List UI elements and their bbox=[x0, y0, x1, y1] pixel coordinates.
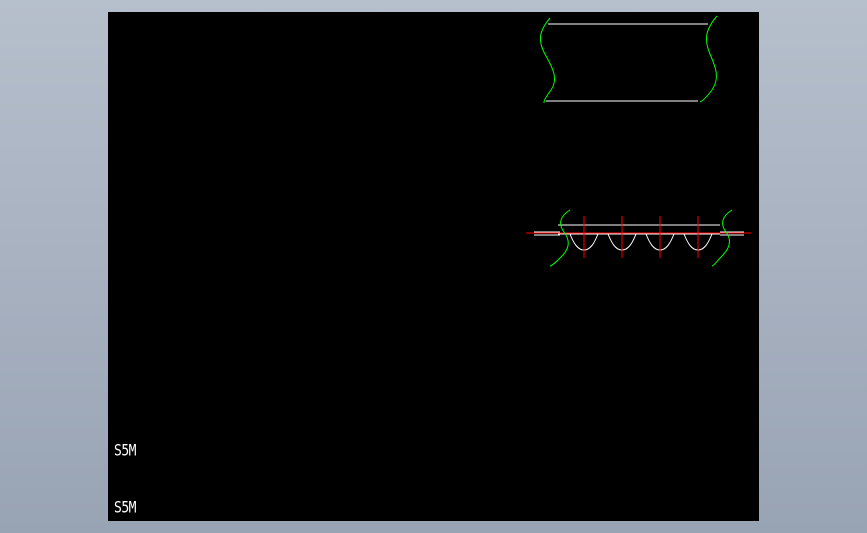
belt-tooth-section bbox=[526, 209, 751, 267]
cad-drawing-viewport[interactable]: S5M S5M bbox=[108, 12, 759, 521]
section-left-break-line bbox=[549, 209, 571, 267]
section-right-break-line bbox=[711, 209, 733, 267]
tooth-profile bbox=[558, 233, 720, 251]
belt-top-view bbox=[540, 15, 718, 104]
part-label: S5M bbox=[114, 498, 136, 518]
part-label: S5M bbox=[114, 441, 136, 461]
cad-drawing-canvas bbox=[526, 15, 751, 267]
right-break-line bbox=[699, 15, 718, 103]
left-break-line bbox=[540, 17, 556, 104]
